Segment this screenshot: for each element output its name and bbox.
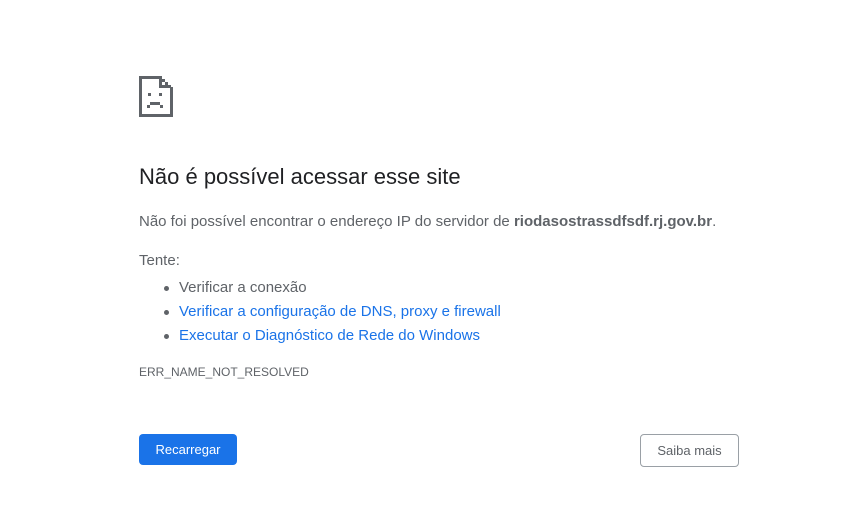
suggestion-check-connection: Verificar a conexão xyxy=(164,276,501,300)
try-label: Tente: xyxy=(139,252,180,269)
description-text: Não foi possível encontrar o endereço IP… xyxy=(139,213,514,230)
error-code: ERR_NAME_NOT_RESOLVED xyxy=(139,365,309,379)
error-description: Não foi possível encontrar o endereço IP… xyxy=(139,213,716,230)
description-suffix: . xyxy=(712,213,717,230)
suggestion-check-dns-link[interactable]: Verificar a configuração de DNS, proxy e… xyxy=(164,300,501,324)
suggestion-network-diagnostics-link[interactable]: Executar o Diagnóstico de Rede do Window… xyxy=(164,324,501,348)
suggestions-list: Verificar a conexão Verificar a configur… xyxy=(139,276,501,348)
page-title: Não é possível acessar esse site xyxy=(139,164,461,189)
sad-page-icon xyxy=(139,76,173,117)
learn-more-button[interactable]: Saiba mais xyxy=(640,434,739,467)
hostname: riodasostrassdfsdf.rj.gov.br xyxy=(513,213,713,230)
error-page: Não é possível acessar esse site Não foi… xyxy=(0,0,843,524)
reload-button[interactable]: Recarregar xyxy=(139,434,237,465)
